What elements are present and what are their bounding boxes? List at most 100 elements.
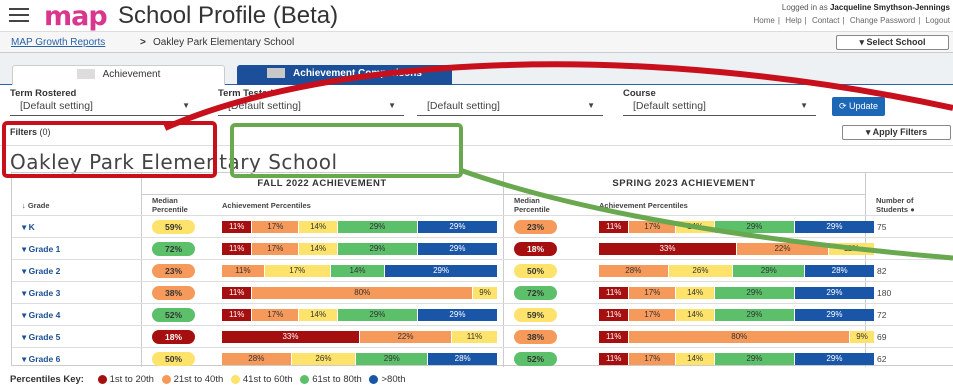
bar-segment: 29%	[337, 221, 418, 233]
bar-segment: 11%	[599, 287, 630, 299]
spring-median-pill: 72%	[514, 286, 557, 300]
bar-segment: 29%	[733, 265, 806, 277]
spring-achievement-bar[interactable]: 28% 26% 29% 28%	[599, 265, 875, 277]
table-row[interactable]: ▾ Grade 3 38% 11% 80% 9% 72% 11% 17% 14% 29% 29% 18…	[12, 281, 953, 303]
breadcrumb-separator: >	[140, 37, 146, 48]
bar-segment: 9%	[473, 287, 498, 299]
change-password-link[interactable]: Change Password	[850, 16, 915, 25]
bar-segment: 17%	[252, 243, 300, 255]
logout-link[interactable]: Logout	[926, 16, 950, 25]
median-percentile-header-2: Median Percentile	[514, 196, 550, 214]
caret-down-icon: ▼	[182, 101, 190, 110]
grade-label[interactable]: ▾ Grade 5	[22, 332, 60, 343]
top-bar: map School Profile (Beta) Logged in as J…	[0, 0, 953, 32]
bar-segment: 14%	[676, 221, 715, 233]
term-tested-select[interactable]: [Default setting] ▼	[218, 96, 404, 116]
fall-achievement-bar[interactable]: 11% 80% 9%	[222, 287, 498, 299]
grade-label[interactable]: ▾ Grade 2	[22, 266, 60, 277]
logged-in-info: Logged in as Jacqueline Smythson-Jenning…	[782, 3, 950, 12]
grade-label[interactable]: ▾ Grade 6	[22, 354, 60, 365]
table-row[interactable]: ▾ Grade 4 52% 11% 17% 14% 29% 29% 59% 11% 17% 14% 2…	[12, 303, 953, 325]
refresh-icon: ⟳	[838, 101, 849, 111]
top-links: Home | Help | Contact | Change Password | Lo…	[753, 16, 950, 25]
spring-achievement-bar[interactable]: 11% 17% 14% 29% 29%	[599, 309, 875, 321]
tab-comparisons-label: Achievement Comparisons	[293, 68, 422, 79]
fall-median-pill: 38%	[152, 286, 195, 300]
term-rostered-select[interactable]: [Default setting] ▼	[10, 96, 198, 116]
page-title: School Profile (Beta)	[118, 2, 339, 29]
fall-achievement-bar[interactable]: 28% 26% 29% 28%	[222, 353, 498, 365]
bar-segment: 29%	[714, 287, 795, 299]
bar-segment: 11%	[599, 221, 630, 233]
fall-achievement-bar[interactable]: 11% 17% 14% 29%	[222, 265, 498, 277]
bar-segment: 11%	[222, 221, 253, 233]
fall-median-pill: 52%	[152, 308, 195, 322]
fall-achievement-bar[interactable]: 11% 17% 14% 29% 29%	[222, 309, 498, 321]
bar-segment: 11%	[222, 287, 253, 299]
bar-segment: 29%	[337, 309, 418, 321]
term-tested-select-2[interactable]: [Default setting] ▼	[417, 96, 603, 116]
home-link[interactable]: Home	[754, 16, 775, 25]
hamburger-menu-icon[interactable]	[9, 8, 29, 22]
bar-segment: 28%	[805, 265, 875, 277]
bar-segment: 29%	[337, 243, 418, 255]
bar-segment: 29%	[417, 243, 498, 255]
fall-median-pill: 50%	[152, 352, 195, 366]
spring-achievement-bar[interactable]: 33% 22% 11%	[599, 243, 875, 255]
chevron-down-icon: ▾	[22, 332, 29, 342]
update-button[interactable]: ⟳ Update	[832, 97, 885, 116]
key-title: Percentiles Key:	[10, 374, 84, 385]
bar-segment: 9%	[850, 331, 875, 343]
spring-achievement-bar[interactable]: 11% 17% 14% 29% 29%	[599, 287, 875, 299]
map-logo[interactable]: map	[44, 1, 108, 32]
select-school-button[interactable]: ▾ Select School	[836, 35, 949, 50]
table-row[interactable]: ▾ K 59% 11% 17% 14% 29% 29% 23% 11% 17% 14% 29% 29% 7…	[12, 215, 953, 237]
breadcrumb: MAP Growth Reports > Oakley Park Element…	[0, 31, 953, 53]
key-item: 61st to 80th	[295, 374, 362, 385]
term-rostered-value: [Default setting]	[20, 100, 93, 112]
spring-achievement-bar[interactable]: 11% 17% 14% 29% 29%	[599, 353, 875, 365]
grade-label[interactable]: ▾ Grade 4	[22, 310, 60, 321]
table-row[interactable]: ▾ Grade 2 23% 11% 17% 14% 29% 50% 28% 26% 29% 28% 8…	[12, 259, 953, 281]
key-dot-icon	[369, 374, 379, 384]
filters-count: (0)	[39, 127, 51, 137]
contact-link[interactable]: Contact	[812, 16, 840, 25]
term-tested-value: [Default setting]	[228, 100, 301, 112]
fall-median-pill: 59%	[152, 220, 195, 234]
bar-segment: 29%	[794, 353, 875, 365]
info-icon[interactable]: ●	[910, 205, 915, 214]
bar-segment: 14%	[330, 265, 386, 277]
grade-text: Grade 1	[28, 244, 61, 254]
fall-achievement-bar[interactable]: 11% 17% 14% 29% 29%	[222, 221, 498, 233]
key-dot-icon	[300, 374, 310, 384]
bar-segment: 17%	[629, 221, 677, 233]
fall-achievement-bar[interactable]: 33% 22% 11%	[222, 331, 498, 343]
key-label: 41st to 60th	[242, 374, 293, 385]
tab-achievement-label: Achievement	[102, 69, 161, 80]
students-count: 180	[877, 288, 892, 298]
apply-filters-button[interactable]: ▾ Apply Filters	[842, 125, 951, 140]
table-row[interactable]: ▾ Grade 1 72% 11% 17% 14% 29% 29% 18% 33% 22% 11%	[12, 237, 953, 259]
spring-achievement-bar[interactable]: 11% 17% 14% 29% 29%	[599, 221, 875, 233]
fall-median-pill: 23%	[152, 264, 195, 278]
breadcrumb-map-growth-reports[interactable]: MAP Growth Reports	[11, 37, 105, 48]
spring-achievement-bar[interactable]: 11% 80% 9%	[599, 331, 875, 343]
spring-median-pill: 59%	[514, 308, 557, 322]
tab-achievement-comparisons[interactable]: Achievement Comparisons	[237, 65, 452, 85]
course-select[interactable]: [Default setting] ▼	[623, 96, 816, 116]
grade-label[interactable]: ▾ Grade 3	[22, 288, 60, 299]
chart-icon	[76, 69, 95, 80]
grade-text: Grade 2	[28, 266, 61, 276]
bar-segment: 11%	[222, 243, 253, 255]
students-count: 72	[877, 310, 887, 320]
bar-segment: 14%	[676, 309, 715, 321]
tab-achievement[interactable]: Achievement	[12, 65, 225, 85]
table-row[interactable]: ▾ Grade 5 18% 33% 22% 11% 38% 11% 80% 9% 69	[12, 325, 953, 347]
bar-segment: 29%	[794, 287, 875, 299]
chevron-down-icon: ▾	[865, 127, 873, 137]
fall-achievement-bar[interactable]: 11% 17% 14% 29% 29%	[222, 243, 498, 255]
grade-label[interactable]: ▾ K	[22, 222, 35, 233]
grade-label[interactable]: ▾ Grade 1	[22, 244, 60, 255]
help-link[interactable]: Help	[785, 16, 801, 25]
table-row[interactable]: ▾ Grade 6 50% 28% 26% 29% 28% 52% 11% 17% 14% 29% 2…	[12, 347, 953, 369]
